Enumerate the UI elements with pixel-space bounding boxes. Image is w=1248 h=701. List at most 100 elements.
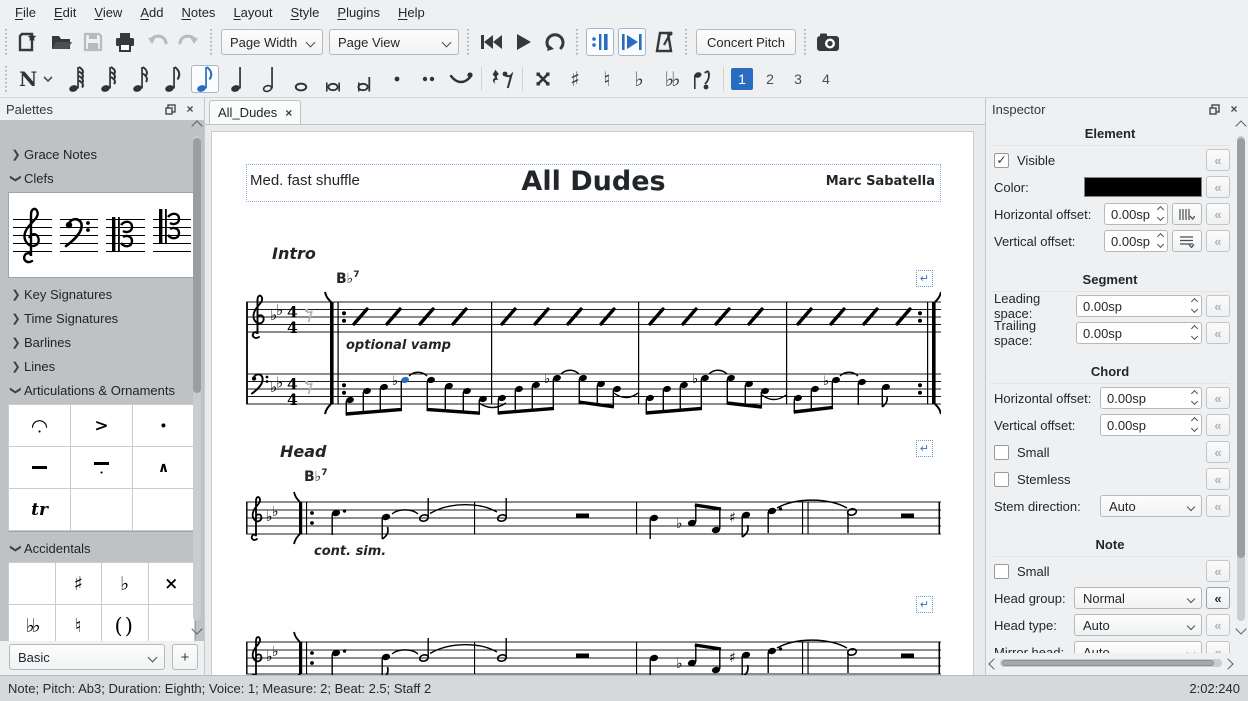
toolbar-handle[interactable] (465, 29, 472, 55)
palettes-scrollbar[interactable] (191, 124, 203, 635)
accidental-double-flat-button[interactable]: ♭♭ (657, 65, 685, 93)
accidental-natural-button[interactable]: ♮ (593, 65, 621, 93)
mirror-head-select[interactable]: Auto (1074, 641, 1202, 653)
rest-button[interactable] (488, 65, 516, 93)
menu-view[interactable]: View (85, 3, 131, 22)
print-button[interactable] (111, 28, 139, 56)
system-break-marker[interactable]: ↵ (916, 440, 933, 457)
palette-cell-empty[interactable] (70, 488, 133, 531)
chord-voffset-spinbox[interactable]: 0.00sp (1100, 414, 1202, 436)
palette-cell-staccato[interactable]: · (132, 404, 195, 447)
inspector-vscrollbar[interactable] (1235, 124, 1247, 635)
cont-sim-text[interactable]: cont. sim. (314, 544, 386, 559)
palette-cell-sharp[interactable]: ♯ (55, 562, 103, 605)
menu-add[interactable]: Add (131, 3, 172, 22)
third-system[interactable] (246, 628, 941, 675)
scroll-down-icon[interactable] (1235, 623, 1246, 634)
palette-cell-flat[interactable]: ♭ (101, 562, 149, 605)
palette-articulations[interactable]: ❯Articulations & Ornaments (0, 378, 204, 402)
scrollbar-thumb[interactable] (1002, 660, 1214, 666)
score-canvas[interactable]: Med. fast shuffle All Dudes Marc Sabatel… (205, 125, 985, 675)
reset-button[interactable]: « (1206, 468, 1230, 490)
element-voffset-spinbox[interactable]: 0.00sp (1104, 230, 1168, 252)
reset-button[interactable]: « (1206, 387, 1230, 409)
scroll-up-icon[interactable] (1235, 120, 1246, 131)
play-repeats-button[interactable] (586, 28, 614, 56)
vamp-text[interactable]: optional vamp (346, 338, 451, 353)
flip-direction-button[interactable] (689, 65, 717, 93)
visible-checkbox[interactable]: ✓ (994, 153, 1009, 168)
palette-clefs[interactable]: ❯Clefs (0, 166, 204, 190)
chord-symbol[interactable]: B♭7 (336, 270, 360, 287)
redo-button[interactable] (175, 28, 203, 56)
duration-half-button[interactable] (255, 65, 283, 93)
undo-button[interactable] (143, 28, 171, 56)
reset-button[interactable]: « (1206, 230, 1230, 252)
duration-whole-button[interactable] (287, 65, 315, 93)
palette-cell-parentheses[interactable]: () (101, 604, 149, 641)
close-panel-icon[interactable]: × (1226, 101, 1242, 117)
palette-cell-marcato[interactable]: ∧ (132, 446, 195, 489)
float-panel-icon[interactable] (162, 101, 178, 117)
duration-eighth-alt-button[interactable] (159, 65, 187, 93)
double-dot-button[interactable] (415, 65, 443, 93)
float-panel-icon[interactable] (1206, 101, 1222, 117)
palette-cell-bass-clef[interactable] (56, 193, 103, 277)
reset-button[interactable]: « (1206, 641, 1230, 653)
palette-accidentals[interactable]: ❯Accidentals (0, 536, 204, 560)
head-system[interactable]: ♭♭ (246, 488, 941, 552)
palette-lines[interactable]: ❯Lines (0, 354, 204, 378)
scroll-right-icon[interactable] (1222, 658, 1233, 669)
palette-cell-trill[interactable]: tr (8, 488, 71, 531)
workspace-select[interactable]: Basic (9, 644, 165, 670)
scrollbar-track[interactable] (1237, 136, 1245, 621)
palette-cell-tenuto[interactable] (8, 446, 71, 489)
reset-button[interactable]: « (1206, 149, 1230, 171)
palette-cell-alto-clef[interactable] (102, 193, 149, 277)
score-page[interactable]: Med. fast shuffle All Dudes Marc Sabatel… (211, 131, 974, 675)
palette-key-signatures[interactable]: ❯Key Signatures (0, 282, 204, 306)
loop-playback-button[interactable] (541, 28, 569, 56)
head-group-select[interactable]: Normal (1074, 587, 1202, 609)
element-hoffset-spinbox[interactable]: 0.00sp (1104, 203, 1168, 225)
close-tab-icon[interactable]: × (285, 106, 292, 120)
reset-button[interactable]: « (1206, 495, 1230, 517)
small-checkbox[interactable] (994, 445, 1009, 460)
voice-2-button[interactable]: 2 (759, 68, 781, 90)
scroll-down-icon[interactable] (191, 623, 202, 634)
head-type-select[interactable]: Auto (1074, 614, 1202, 636)
menu-plugins[interactable]: Plugins (328, 3, 389, 22)
inspector-hscrollbar[interactable] (988, 657, 1234, 669)
accidental-flat-button[interactable]: ♭ (625, 65, 653, 93)
scroll-left-icon[interactable] (988, 658, 999, 669)
duration-16th-button[interactable] (127, 65, 155, 93)
stem-direction-select[interactable]: Auto (1100, 495, 1202, 517)
leading-space-spinbox[interactable]: 0.00sp (1076, 295, 1202, 317)
voice-1-button[interactable]: 1 (731, 68, 753, 90)
reset-button[interactable]: « (1206, 560, 1230, 582)
toolbar-handle[interactable] (208, 29, 215, 55)
menu-file[interactable]: File (6, 3, 45, 22)
palette-cell-fermata[interactable]: ◠ (8, 404, 71, 447)
scrollbar-track[interactable] (1000, 659, 1222, 667)
system-break-marker[interactable]: ↵ (916, 270, 933, 287)
metronome-button[interactable] (650, 28, 678, 56)
snap-vertical-button[interactable] (1172, 230, 1202, 252)
rehearsal-mark-intro[interactable]: Intro (272, 244, 316, 263)
scrollbar-track[interactable] (193, 136, 201, 621)
zoom-select[interactable]: Page Width (221, 29, 323, 55)
palette-barlines[interactable]: ❯Barlines (0, 330, 204, 354)
reset-button[interactable]: « (1206, 295, 1230, 317)
add-workspace-button[interactable]: + (172, 644, 198, 670)
pan-score-button[interactable] (618, 28, 646, 56)
image-capture-button[interactable] (814, 28, 842, 56)
augmentation-dot-button[interactable] (383, 65, 411, 93)
open-button[interactable] (47, 28, 75, 56)
concert-pitch-button[interactable]: Concert Pitch (696, 29, 796, 55)
chord-hoffset-spinbox[interactable]: 0.00sp (1100, 387, 1202, 409)
reset-button[interactable]: « (1206, 322, 1230, 344)
duration-quarter-button[interactable] (223, 65, 251, 93)
duration-64th-button[interactable] (63, 65, 91, 93)
scrollbar-thumb[interactable] (1237, 138, 1245, 558)
menu-notes[interactable]: Notes (172, 3, 224, 22)
